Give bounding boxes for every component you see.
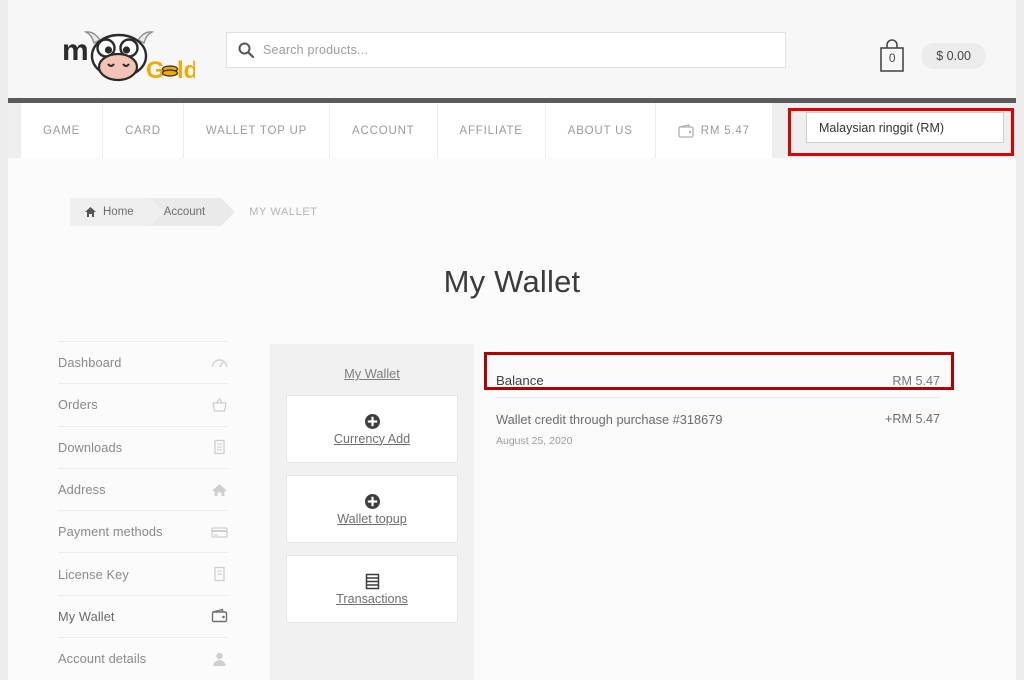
- nav-item-game[interactable]: GAME: [20, 103, 104, 158]
- nav-item-label: ABOUT US: [567, 124, 633, 137]
- menu-item-label: Address: [58, 482, 106, 498]
- menu-item-label: Orders: [58, 397, 98, 413]
- wallet-topup-label: Wallet topup: [337, 511, 407, 526]
- cart-widget[interactable]: 0 $ 0.00: [877, 38, 986, 74]
- menu-item-label: Account details: [58, 651, 147, 667]
- menu-item-orders[interactable]: Orders: [58, 383, 228, 425]
- breadcrumb: Home Account MY WALLET: [70, 198, 328, 226]
- menu-item-license-key[interactable]: License Key: [58, 552, 228, 594]
- nav-item-label: CARD: [125, 124, 161, 137]
- nav-item-wallet-balance[interactable]: RM 5.47: [656, 103, 773, 158]
- wallet-topup-card[interactable]: Wallet topup: [286, 475, 458, 543]
- svg-text:ld: ld: [177, 57, 195, 84]
- transaction-amount: +RM 5.47: [885, 412, 940, 426]
- menu-item-label: Payment methods: [58, 524, 163, 540]
- nav-item-label: RM 5.47: [700, 124, 750, 137]
- wallet-icon: [211, 608, 228, 624]
- credit-card-icon: [211, 524, 228, 540]
- menu-item-label: Dashboard: [58, 355, 122, 371]
- search-box[interactable]: [226, 32, 786, 68]
- currency-select[interactable]: Malaysian ringgit (RM): [806, 112, 1004, 143]
- plus-circle-icon: [364, 413, 381, 430]
- transaction-date: August 25, 2020: [496, 435, 573, 447]
- breadcrumb-account-label: Account: [163, 206, 206, 218]
- breadcrumb-home[interactable]: Home: [70, 198, 164, 226]
- wallet-main-content: Balance RM 5.47 Wallet credit through pu…: [474, 344, 958, 680]
- menu-item-my-wallet[interactable]: My Wallet: [58, 594, 228, 637]
- transaction-row: Wallet credit through purchase #318679 +…: [496, 412, 940, 447]
- site-header: m G ld Search products... 0 $ 0.00: [8, 0, 1016, 98]
- nav-item-label: AFFILIATE: [459, 124, 523, 137]
- balance-value: RM 5.47: [892, 373, 940, 388]
- page-root: m G ld Search products... 0 $ 0.00 GAME …: [0, 0, 1024, 680]
- list-rows-icon: [364, 573, 381, 590]
- breadcrumb-current: MY WALLET: [249, 206, 318, 218]
- search-input[interactable]: [263, 43, 775, 57]
- svg-text:m: m: [62, 34, 89, 67]
- menu-item-downloads[interactable]: Downloads: [58, 425, 228, 468]
- dashboard-icon: [211, 355, 228, 371]
- balance-label: Balance: [496, 373, 544, 388]
- nav-item-account[interactable]: ACCOUNT: [330, 103, 438, 158]
- nav-item-label: GAME: [43, 124, 81, 137]
- shopping-bag-icon[interactable]: 0: [877, 38, 907, 74]
- page-content: Home Account MY WALLET My Wallet Dashboa…: [8, 158, 1016, 680]
- currency-add-label: Currency Add: [333, 431, 411, 446]
- nav-item-label: WALLET TOP UP: [205, 124, 308, 137]
- plus-circle-icon: [364, 493, 381, 510]
- nav-item-affiliate[interactable]: AFFILIATE: [438, 103, 546, 158]
- svg-text:G: G: [146, 57, 165, 84]
- user-icon: [211, 651, 228, 667]
- main-navigation: GAME CARD WALLET TOP UP ACCOUNT AFFILIAT…: [8, 103, 1016, 158]
- wallet-icon: [678, 123, 694, 138]
- license-document-icon: [211, 566, 228, 582]
- currency-add-card[interactable]: Currency Add: [286, 395, 458, 463]
- nav-item-wallet-top-up[interactable]: WALLET TOP UP: [184, 103, 331, 158]
- page-title: My Wallet: [443, 264, 581, 299]
- nav-item-label: ACCOUNT: [352, 124, 415, 137]
- cart-total[interactable]: $ 0.00: [921, 43, 986, 69]
- home-icon: [211, 482, 228, 498]
- menu-item-label: My Wallet: [58, 608, 115, 624]
- wallet-panel-title[interactable]: My Wallet: [286, 366, 458, 381]
- moogold-logo[interactable]: m G ld: [60, 26, 195, 88]
- currency-selected-label: Malaysian ringgit (RM): [819, 120, 945, 135]
- balance-row: Balance RM 5.47: [496, 364, 940, 398]
- nav-item-about-us[interactable]: ABOUT US: [546, 103, 656, 158]
- nav-item-card[interactable]: CARD: [103, 103, 184, 158]
- basket-icon: [211, 397, 228, 413]
- menu-item-address[interactable]: Address: [58, 467, 228, 510]
- menu-item-dashboard[interactable]: Dashboard: [58, 341, 228, 383]
- wallet-actions-panel: My Wallet Currency Add Wallet topup Tran…: [270, 344, 474, 680]
- transaction-title: Wallet credit through purchase #318679: [496, 412, 723, 427]
- search-icon: [237, 41, 255, 59]
- menu-item-account-details[interactable]: Account details: [58, 637, 228, 679]
- transactions-label: Transactions: [336, 591, 408, 606]
- account-menu: Dashboard Orders Downloads Address Payme…: [58, 341, 228, 679]
- home-icon: [84, 206, 97, 218]
- menu-item-payment-methods[interactable]: Payment methods: [58, 510, 228, 552]
- cart-count: 0: [888, 51, 896, 65]
- breadcrumb-home-label: Home: [103, 206, 134, 218]
- nav-item-list: GAME CARD WALLET TOP UP ACCOUNT AFFILIAT…: [20, 103, 773, 158]
- download-file-icon: [211, 439, 228, 455]
- menu-item-label: License Key: [58, 566, 129, 582]
- transactions-card[interactable]: Transactions: [286, 555, 458, 623]
- menu-item-label: Downloads: [58, 439, 123, 455]
- currency-selector-wrap: Malaysian ringgit (RM): [806, 112, 1004, 143]
